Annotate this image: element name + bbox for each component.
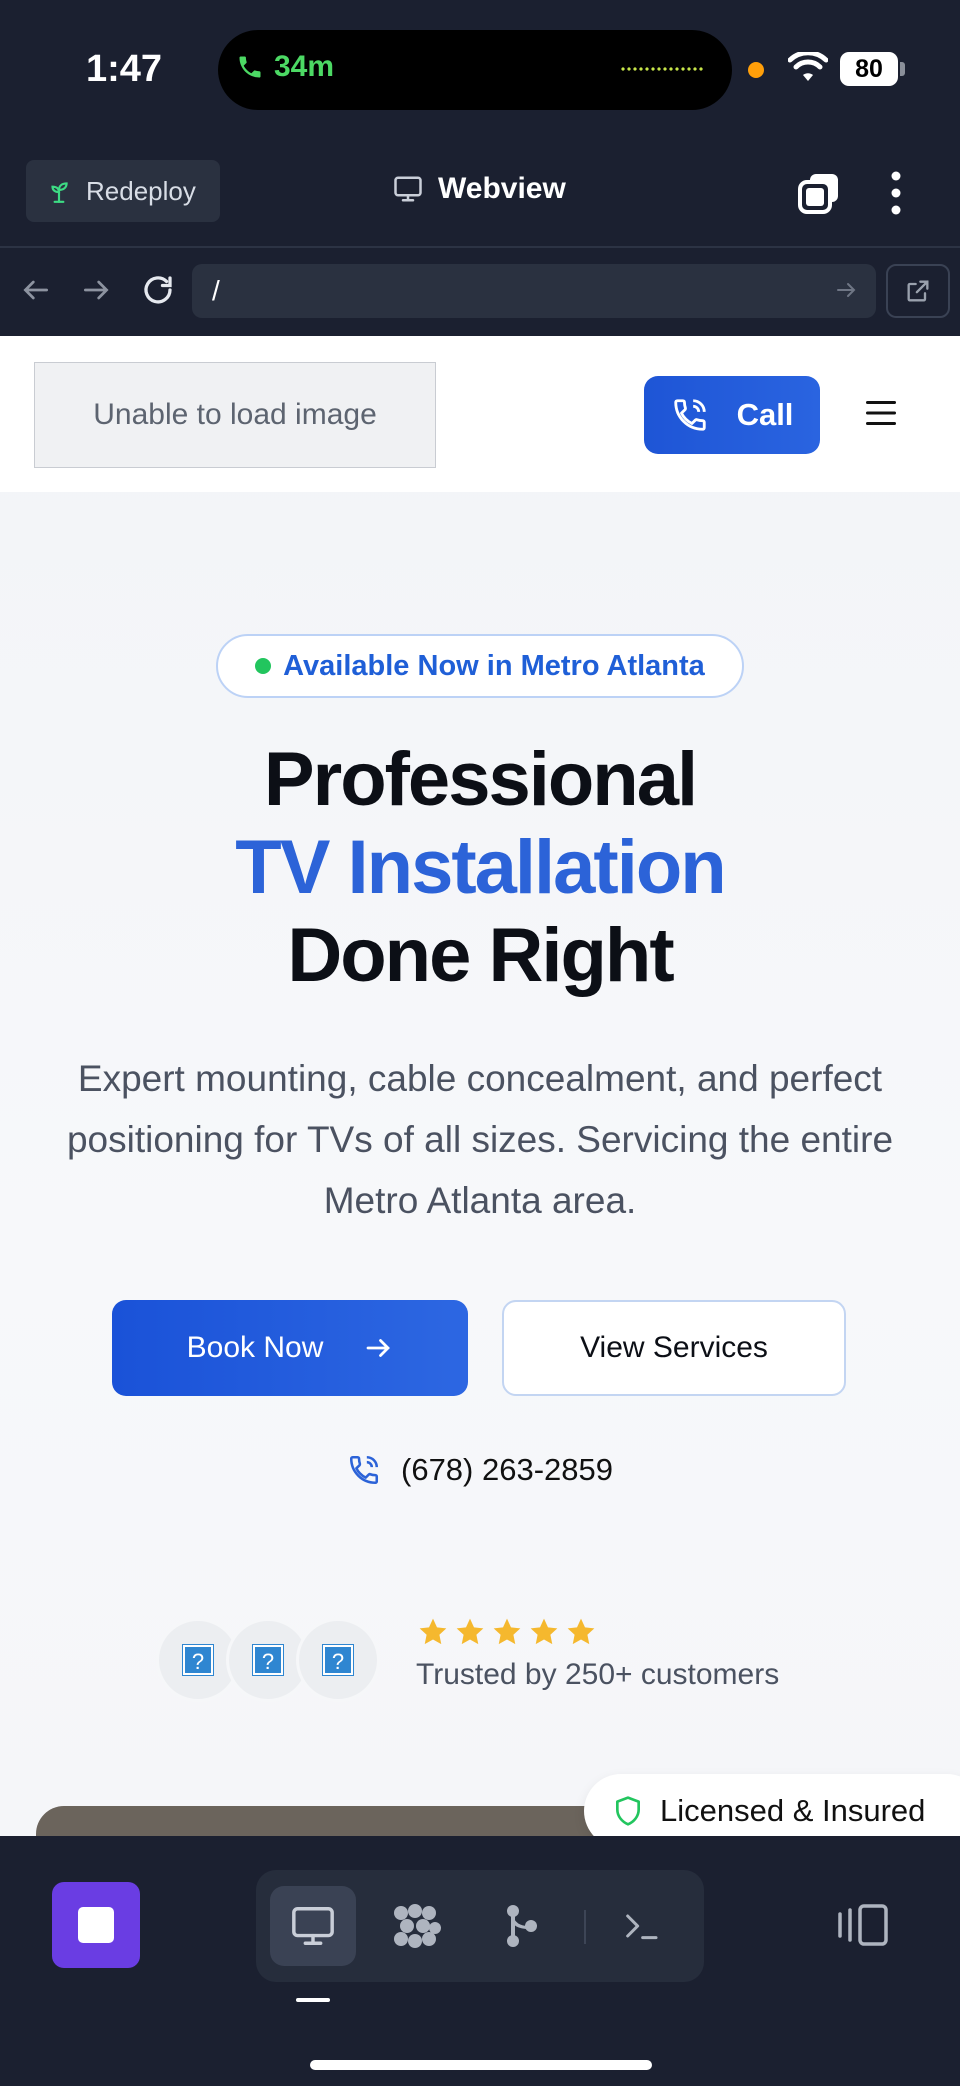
url-input[interactable]: / [192, 264, 876, 318]
hero-headline: Professional TV Installation Done Right [0, 736, 960, 1000]
broken-image-icon: ? [182, 1644, 214, 1676]
wifi-icon [788, 52, 828, 81]
app-toolbar: Redeploy Webview [0, 150, 960, 248]
webview-page: Unable to load image Call Available Now … [0, 336, 960, 1836]
headline-line-3: Done Right [287, 913, 674, 998]
availability-badge: Available Now in Metro Atlanta [216, 634, 744, 698]
headline-line-2: TV Installation [235, 825, 726, 910]
branch-icon [507, 1905, 537, 1947]
tool-switcher [256, 1870, 704, 1982]
privacy-indicator [748, 62, 764, 78]
battery-nub [900, 62, 905, 76]
monitor-icon [292, 1907, 334, 1945]
trusted-text: Trusted by 250+ customers [416, 1658, 780, 1691]
arrow-right-icon[interactable] [80, 274, 112, 306]
phone-number: (678) 263-2859 [401, 1452, 613, 1487]
hero-image [36, 1806, 656, 1836]
stop-button[interactable] [52, 1882, 140, 1968]
call-label: Call [736, 397, 794, 432]
url-value: / [212, 275, 220, 306]
shield-icon [616, 1796, 640, 1826]
book-now-label: Book Now [186, 1331, 324, 1364]
phone-icon [673, 399, 706, 431]
agent-icon [394, 1904, 441, 1948]
hamburger-icon[interactable] [866, 400, 896, 426]
terminal-icon [626, 1914, 658, 1940]
sidebar-toggle-icon[interactable] [836, 1902, 890, 1948]
webview-title-text: Webview [438, 172, 566, 205]
call-duration: 34m [274, 50, 335, 83]
go-arrow-icon[interactable] [834, 278, 858, 302]
home-indicator[interactable] [310, 2060, 652, 2070]
arrow-right-icon [366, 1339, 391, 1357]
redeploy-button[interactable]: Redeploy [26, 160, 220, 222]
bottom-bar [0, 1836, 960, 2086]
star-icon [419, 1618, 447, 1645]
star-icon [493, 1618, 521, 1645]
site-header: Unable to load image Call [0, 336, 960, 492]
call-button[interactable]: Call [644, 376, 820, 454]
redeploy-label: Redeploy [86, 175, 196, 206]
open-external-button[interactable] [886, 264, 950, 318]
star-icon [456, 1618, 484, 1645]
audio-waveform [620, 66, 704, 72]
phone-link[interactable]: (678) 263-2859 [0, 1452, 960, 1488]
webview-title: Webview [392, 172, 566, 206]
battery-indicator: 80 [840, 52, 898, 86]
star-icon [530, 1618, 558, 1645]
tab-terminal[interactable] [598, 1886, 684, 1966]
tab-agent[interactable] [374, 1886, 460, 1966]
arrow-left-icon[interactable] [20, 274, 52, 306]
headline-line-1: Professional [263, 737, 698, 822]
view-services-button[interactable]: View Services [502, 1300, 846, 1396]
licensed-badge: Licensed & Insured [584, 1774, 960, 1836]
hero-subtext: Expert mounting, cable concealment, and … [66, 1058, 894, 1221]
logo-alt-text: Unable to load image [93, 398, 377, 431]
status-bar: 1:47 34m 80 [0, 0, 960, 150]
vertical-dots-icon[interactable] [878, 168, 914, 218]
phone-icon [349, 1455, 379, 1485]
battery-level: 80 [855, 54, 883, 83]
book-now-button[interactable]: Book Now [112, 1300, 468, 1396]
broken-image-icon: ? [252, 1644, 284, 1676]
tab-webview[interactable] [270, 1886, 356, 1966]
broken-image-icon: ? [322, 1644, 354, 1676]
call-indicator[interactable]: 34m [236, 50, 334, 84]
star-icon [567, 1618, 595, 1645]
url-row: / [0, 250, 960, 336]
tab-git[interactable] [478, 1886, 564, 1966]
sprout-icon [51, 182, 68, 203]
availability-text: Available Now in Metro Atlanta [283, 649, 705, 682]
view-services-label: View Services [580, 1331, 768, 1364]
status-dot [255, 658, 272, 674]
tabs-icon[interactable] [796, 170, 842, 216]
monitor-icon [394, 176, 422, 202]
active-tab-indicator [296, 1998, 330, 2002]
reload-icon[interactable] [140, 272, 176, 308]
phone-icon [239, 56, 261, 78]
rating-stars [416, 1616, 598, 1648]
stop-icon [78, 1907, 114, 1943]
divider [584, 1910, 586, 1944]
licensed-text: Licensed & Insured [660, 1793, 926, 1828]
status-time: 1:47 [86, 48, 163, 90]
external-link-icon [907, 280, 929, 302]
customer-avatars: ? ? ? [156, 1618, 380, 1702]
avatar: ? [296, 1618, 380, 1702]
site-logo[interactable]: Unable to load image [34, 362, 436, 468]
